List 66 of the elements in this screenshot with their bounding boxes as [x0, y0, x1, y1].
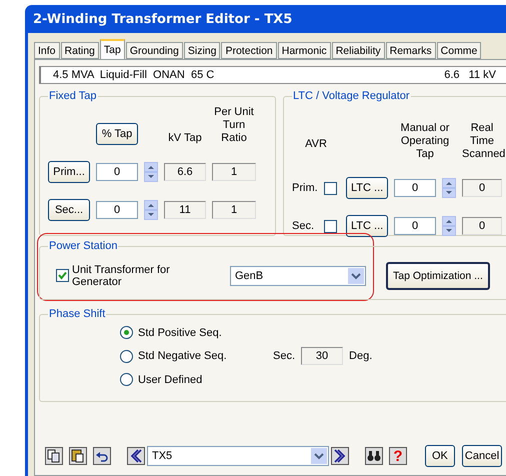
ltc-button[interactable]: LTC ... — [346, 177, 388, 199]
turn-ratio-field: 1 — [212, 201, 256, 219]
voltage-text: 6.6 11 kV — [444, 69, 496, 81]
group-title: Power Station — [48, 240, 118, 252]
radio-button[interactable] — [120, 373, 133, 386]
turn-ratio-field: 1 — [212, 163, 256, 181]
tab[interactable]: Info — [34, 42, 60, 59]
tab[interactable]: Grounding — [126, 42, 183, 59]
undo-icon[interactable] — [93, 447, 111, 465]
kv-tap-field: 11 — [164, 201, 206, 219]
generator-dropdown[interactable]: GenB — [230, 266, 366, 286]
radio-label: User Defined — [138, 374, 204, 386]
group-title: LTC / Voltage Regulator — [292, 90, 411, 102]
tab[interactable]: Tap — [100, 39, 125, 59]
ltc-button[interactable]: LTC ... — [346, 215, 388, 237]
element-dropdown[interactable]: TX5 — [147, 446, 329, 466]
tap-optimization-button[interactable]: Tap Optimization ... — [386, 262, 490, 290]
percent-tap-button[interactable]: % Tap — [96, 123, 138, 145]
tab[interactable]: Rating — [60, 42, 99, 59]
spinner-control[interactable] — [442, 178, 456, 198]
avr-checkbox[interactable] — [324, 182, 337, 194]
spinner-control[interactable] — [144, 200, 158, 220]
winding-button[interactable]: Sec... — [48, 199, 90, 221]
kv-tap-field: 6.6 — [164, 163, 206, 181]
radio-button[interactable] — [120, 350, 133, 362]
cancel-button[interactable]: Cancel — [462, 445, 502, 467]
tab[interactable]: Remarks — [386, 42, 436, 59]
sec-label: Sec. — [273, 350, 296, 362]
tap-input[interactable]: 0 — [96, 163, 138, 181]
ok-button[interactable]: OK — [425, 445, 455, 467]
spinner-control[interactable] — [442, 216, 456, 236]
next-icon[interactable] — [331, 447, 349, 465]
tab[interactable]: Sizing — [184, 42, 220, 59]
angle-field: 30 — [301, 347, 344, 365]
group-title: Fixed Tap — [48, 90, 98, 102]
unit-label: Deg. — [349, 350, 372, 362]
tab[interactable]: Comme — [436, 42, 482, 59]
column-header: Manual or Operating Tap — [400, 122, 450, 161]
column-header: AVR — [304, 138, 328, 151]
paste-icon[interactable] — [69, 447, 87, 465]
column-header: Per Unit Turn Ratio — [213, 106, 255, 145]
scanned-field: 0 — [462, 179, 502, 197]
column-header: kV Tap — [167, 132, 203, 145]
copy-icon[interactable] — [45, 447, 63, 465]
tap-input[interactable]: 0 — [96, 201, 138, 219]
group-title: Phase Shift — [48, 308, 106, 320]
radio-label: Std Positive Seq. — [138, 326, 223, 338]
tab[interactable]: Reliability — [332, 42, 385, 59]
winding-label: Prim. — [292, 182, 318, 194]
radio-label: Std Negative Seq. — [138, 350, 228, 362]
checkbox[interactable] — [56, 269, 69, 282]
checkbox-label: Unit Transformer for Generator — [72, 264, 171, 288]
tap-input[interactable]: 0 — [394, 217, 436, 235]
previous-icon[interactable] — [127, 447, 145, 465]
winding-label: Sec. — [292, 220, 316, 232]
tab[interactable]: Protection — [221, 42, 277, 59]
window-title: 2-Winding Transformer Editor - TX5 — [33, 12, 292, 26]
binoculars-icon[interactable] — [365, 447, 383, 465]
winding-button[interactable]: Prim... — [48, 161, 90, 183]
avr-checkbox[interactable] — [324, 220, 337, 232]
radio-button[interactable] — [120, 326, 133, 339]
tab[interactable]: Harmonic — [278, 42, 331, 59]
tap-input[interactable]: 0 — [394, 179, 436, 197]
rating-text: 4.5 MVA Liquid-Fill ONAN 65 C — [53, 69, 214, 81]
scanned-field: 0 — [462, 217, 502, 235]
spinner-control[interactable] — [144, 162, 158, 182]
